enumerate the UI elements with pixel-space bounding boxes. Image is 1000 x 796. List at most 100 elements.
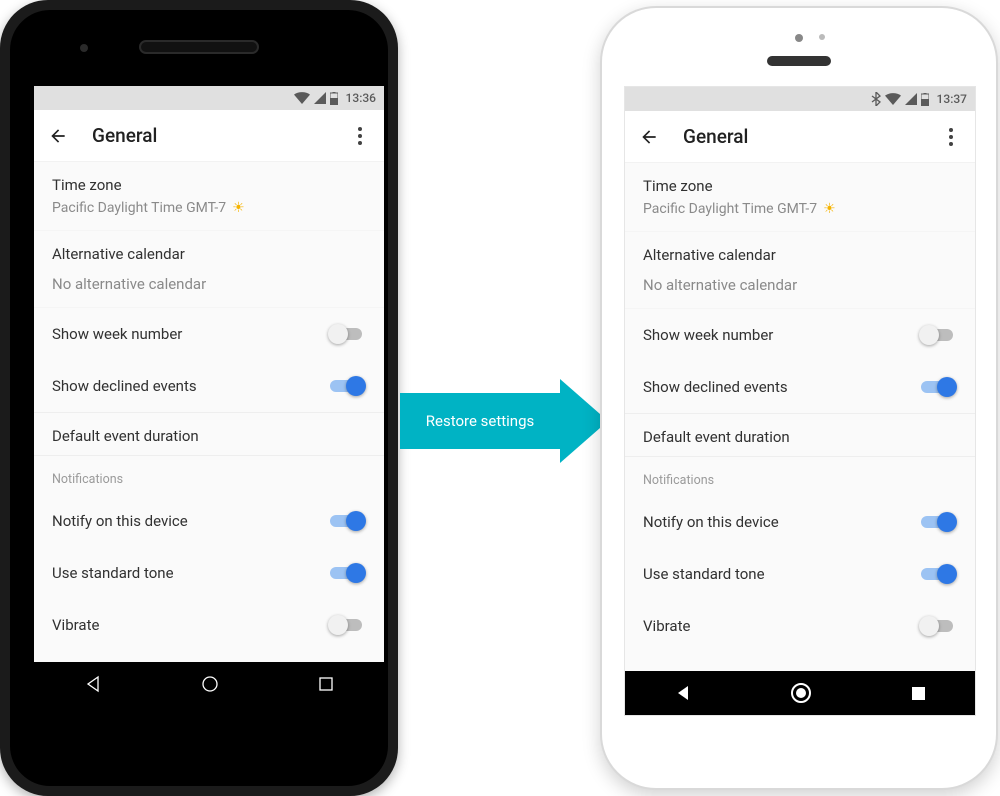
nav-bar [34,662,384,706]
setting-alternative-calendar[interactable]: Alternative calendar No alternative cale… [625,232,975,309]
toggle-switch[interactable] [330,376,366,396]
status-time: 13:36 [346,91,376,105]
settings-list[interactable]: Time zone Pacific Daylight Time GMT-7 ☀ … [625,163,975,671]
phone-speaker [139,40,259,54]
more-vert-icon [949,128,953,146]
setting-time-zone[interactable]: Time zone Pacific Daylight Time GMT-7 ☀ [625,163,975,232]
setting-use-standard-tone[interactable]: Use standard tone [625,548,975,600]
phone-left-screen: 13:36 General Time zone Pacific Daylight… [34,86,384,706]
overflow-menu-button[interactable] [348,127,372,145]
nav-recents-icon [911,686,926,701]
nav-back-icon [675,685,691,701]
setting-default-event-duration[interactable]: Default event duration [625,414,975,456]
battery-icon [921,93,929,106]
cell-signal-icon [314,92,326,104]
timezone-text: Pacific Daylight Time GMT-7 [52,200,226,216]
sun-icon: ☀ [823,201,836,217]
wifi-icon [294,92,310,104]
setting-label: Show declined events [643,378,788,396]
setting-alternative-calendar[interactable]: Alternative calendar No alternative cale… [34,231,384,308]
setting-label: Use standard tone [52,564,174,582]
toggle-switch[interactable] [921,512,957,532]
arrow-body: Restore settings [400,393,560,449]
sun-icon: ☀ [232,200,245,216]
setting-show-declined-events[interactable]: Show declined events [625,361,975,413]
bluetooth-icon [871,92,881,106]
setting-use-standard-tone[interactable]: Use standard tone [34,547,384,599]
nav-back-button[interactable] [675,685,691,701]
back-button[interactable] [46,126,70,146]
setting-notify-on-this-device[interactable]: Notify on this device [34,495,384,547]
phone-right-screen: 13:37 General Time zone Pacific Daylight… [624,86,976,716]
setting-show-declined-events[interactable]: Show declined events [34,360,384,412]
setting-vibrate[interactable]: Vibrate [625,600,975,652]
setting-label: Vibrate [52,616,99,634]
nav-recents-button[interactable] [318,676,334,692]
setting-label: Time zone [643,177,957,195]
toggle-switch[interactable] [330,615,366,635]
arrow-back-icon [48,126,68,146]
toggle-switch[interactable] [921,564,957,584]
nav-home-icon [790,682,812,704]
setting-vibrate[interactable]: Vibrate [34,599,384,651]
overflow-menu-button[interactable] [939,128,963,146]
nav-home-button[interactable] [201,675,219,693]
setting-default-event-duration[interactable]: Default event duration [34,413,384,455]
notifications-subheader: Notifications [34,456,384,495]
page-title: General [683,125,939,148]
more-vert-icon [358,127,362,145]
setting-label: Notify on this device [52,512,188,530]
nav-recents-icon [318,676,334,692]
status-bar: 13:36 [34,86,384,110]
notifications-subheader: Notifications [625,457,975,496]
page-title: General [92,124,348,147]
setting-label: Use standard tone [643,565,765,583]
toggle-switch[interactable] [330,324,366,344]
phone-left: 13:36 General Time zone Pacific Daylight… [0,0,398,796]
toggle-switch[interactable] [330,563,366,583]
nav-back-icon [84,675,102,693]
setting-time-zone[interactable]: Time zone Pacific Daylight Time GMT-7 ☀ [34,162,384,231]
setting-label: Alternative calendar [643,246,957,264]
cell-signal-icon [905,93,917,105]
phone-left-body: 13:36 General Time zone Pacific Daylight… [10,10,388,786]
nav-back-button[interactable] [84,675,102,693]
settings-list[interactable]: Time zone Pacific Daylight Time GMT-7 ☀ … [34,162,384,662]
phone-sensor-dot [795,34,803,42]
setting-value: Pacific Daylight Time GMT-7 ☀ [52,200,366,216]
arrow-label: Restore settings [426,412,534,430]
phone-speaker [767,56,831,66]
setting-label: Show week number [643,326,773,344]
restore-settings-arrow: Restore settings [400,376,616,466]
nav-home-button[interactable] [790,682,812,704]
setting-notify-on-this-device[interactable]: Notify on this device [625,496,975,548]
setting-show-week-number[interactable]: Show week number [625,309,975,361]
setting-label: Alternative calendar [52,245,366,263]
wifi-icon [885,93,901,105]
setting-show-week-number[interactable]: Show week number [34,308,384,360]
setting-label: Notify on this device [643,513,779,531]
nav-bar [625,671,975,715]
phone-front-camera [80,44,88,52]
toggle-switch[interactable] [921,616,957,636]
timezone-text: Pacific Daylight Time GMT-7 [643,201,817,217]
back-button[interactable] [637,127,661,147]
toggle-switch[interactable] [330,511,366,531]
toggle-switch[interactable] [921,325,957,345]
setting-label: Default event duration [52,427,366,445]
setting-label: Show declined events [52,377,197,395]
status-time: 13:37 [937,92,967,106]
setting-value: Pacific Daylight Time GMT-7 ☀ [643,201,957,217]
battery-icon [330,92,338,105]
setting-label: Show week number [52,325,182,343]
setting-label: Default event duration [643,428,957,446]
toggle-switch[interactable] [921,377,957,397]
app-bar: General [625,111,975,163]
setting-value: No alternative calendar [643,276,957,294]
arrow-back-icon [639,127,659,147]
phone-sensor-dot [819,34,825,40]
setting-value: No alternative calendar [52,275,366,293]
nav-home-icon [201,675,219,693]
phone-right: 13:37 General Time zone Pacific Daylight… [600,6,998,790]
nav-recents-button[interactable] [911,686,926,701]
